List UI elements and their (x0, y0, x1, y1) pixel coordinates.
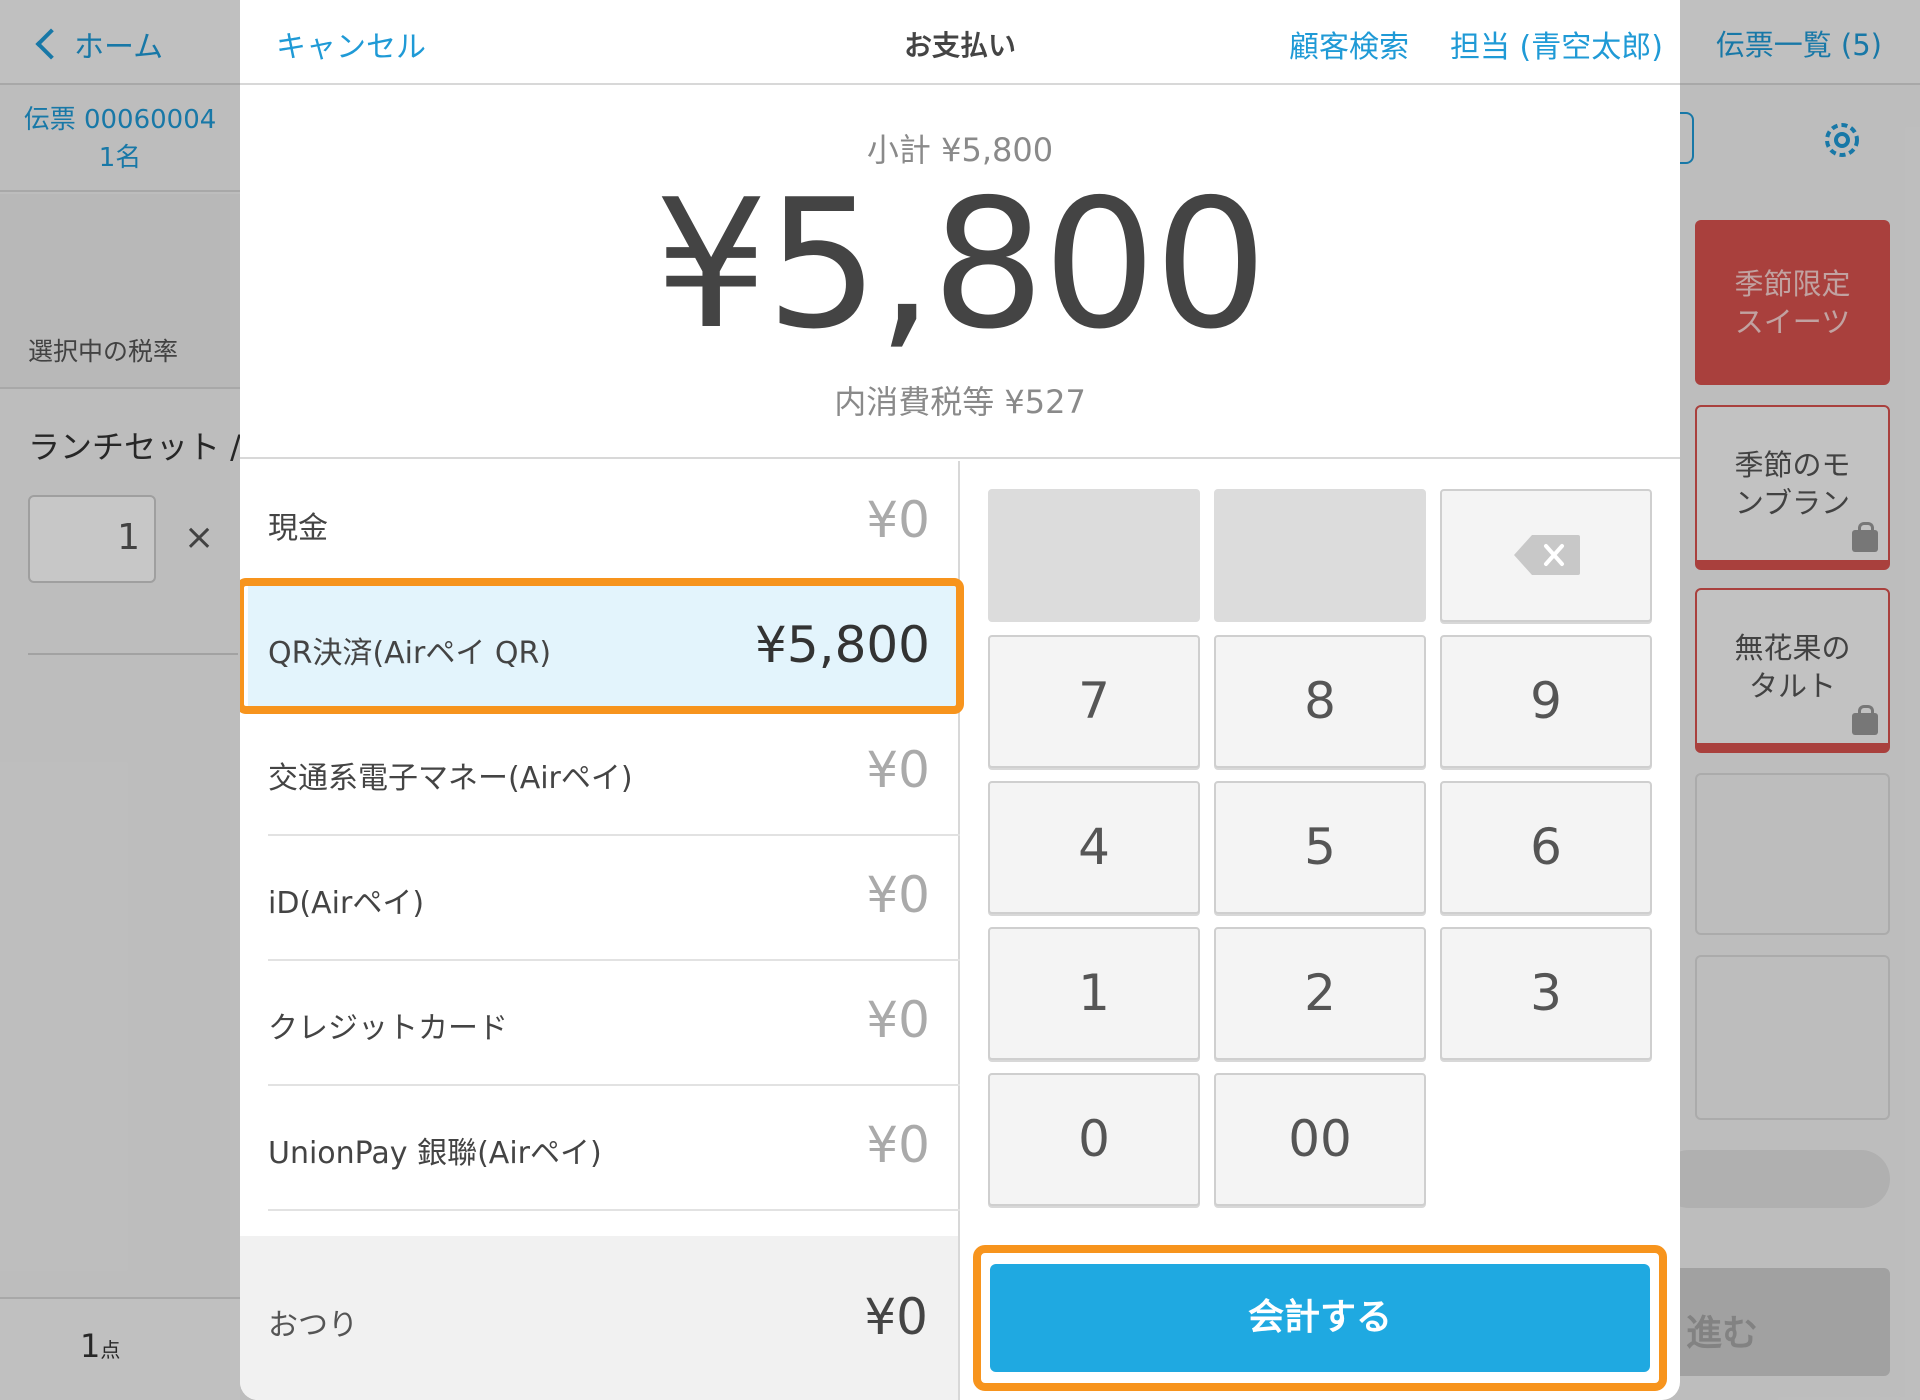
key-7[interactable]: 7 (988, 635, 1200, 768)
payment-method-cash[interactable]: 現金 ¥0 (268, 461, 960, 586)
staff-button[interactable]: 担当 (青空太郎) (1450, 22, 1663, 66)
payment-method-unionpay[interactable]: UnionPay 銀聯(Airペイ) ¥0 (268, 1086, 960, 1211)
payment-method-transit-emoney[interactable]: 交通系電子マネー(Airペイ) ¥0 (268, 711, 960, 836)
change-label: おつり (268, 1308, 358, 1343)
numeric-keypad: 7 8 9 4 5 6 1 2 3 0 00 (988, 489, 1652, 1209)
payment-method-qr[interactable]: QR決済(Airペイ QR) ¥5,800 (248, 586, 960, 711)
key-5[interactable]: 5 (1214, 781, 1426, 914)
payment-method-amount: ¥5,800 (755, 616, 930, 674)
key-6[interactable]: 6 (1440, 781, 1652, 914)
backspace-key[interactable] (1440, 489, 1652, 622)
key-0[interactable]: 0 (988, 1073, 1200, 1206)
key-00[interactable]: 00 (1214, 1073, 1426, 1206)
payment-method-label: QR決済(Airペイ QR) (268, 636, 552, 671)
payment-method-label: クレジットカード (268, 1011, 508, 1046)
payment-method-label: 現金 (268, 511, 328, 546)
keypad-blank (988, 489, 1200, 622)
payment-method-label: iD(Airペイ) (268, 886, 425, 921)
payment-method-amount: ¥0 (866, 741, 930, 799)
payment-modal: キャンセル お支払い 顧客検索 担当 (青空太郎) 小計 ¥5,800 ¥5,8… (240, 0, 1680, 1400)
amount-summary: 小計 ¥5,800 ¥5,800 内消費税等 ¥527 (240, 87, 1680, 459)
key-3[interactable]: 3 (1440, 927, 1652, 1060)
key-4[interactable]: 4 (988, 781, 1200, 914)
payment-method-amount: ¥0 (866, 1116, 930, 1174)
payment-method-credit-card[interactable]: クレジットカード ¥0 (268, 961, 960, 1086)
key-8[interactable]: 8 (1214, 635, 1426, 768)
key-1[interactable]: 1 (988, 927, 1200, 1060)
payment-method-list: 現金 ¥0 QR決済(Airペイ QR) ¥5,800 交通系電子マネー(Air… (240, 461, 964, 1236)
payment-method-label: 交通系電子マネー(Airペイ) (268, 761, 633, 796)
key-9[interactable]: 9 (1440, 635, 1652, 768)
payment-method-amount: ¥0 (866, 866, 930, 924)
payment-method-amount: ¥0 (866, 491, 930, 549)
tax-included: 内消費税等 ¥527 (834, 383, 1086, 421)
payment-method-label: UnionPay 銀聯(Airペイ) (268, 1136, 602, 1171)
keypad-blank (1214, 489, 1426, 622)
key-2[interactable]: 2 (1214, 927, 1426, 1060)
checkout-button[interactable]: 会計する (990, 1264, 1650, 1372)
customer-search-button[interactable]: 顧客検索 (1289, 22, 1409, 66)
change-bar: おつり ¥0 (240, 1236, 960, 1400)
total-amount: ¥5,800 (654, 161, 1268, 368)
payment-method-amount: ¥0 (866, 991, 930, 1049)
modal-header: キャンセル お支払い 顧客検索 担当 (青空太郎) (240, 0, 1680, 85)
change-amount: ¥0 (864, 1288, 928, 1346)
cancel-button[interactable]: キャンセル (276, 22, 426, 66)
payment-method-id[interactable]: iD(Airペイ) ¥0 (268, 836, 960, 961)
backspace-icon (1514, 535, 1580, 575)
